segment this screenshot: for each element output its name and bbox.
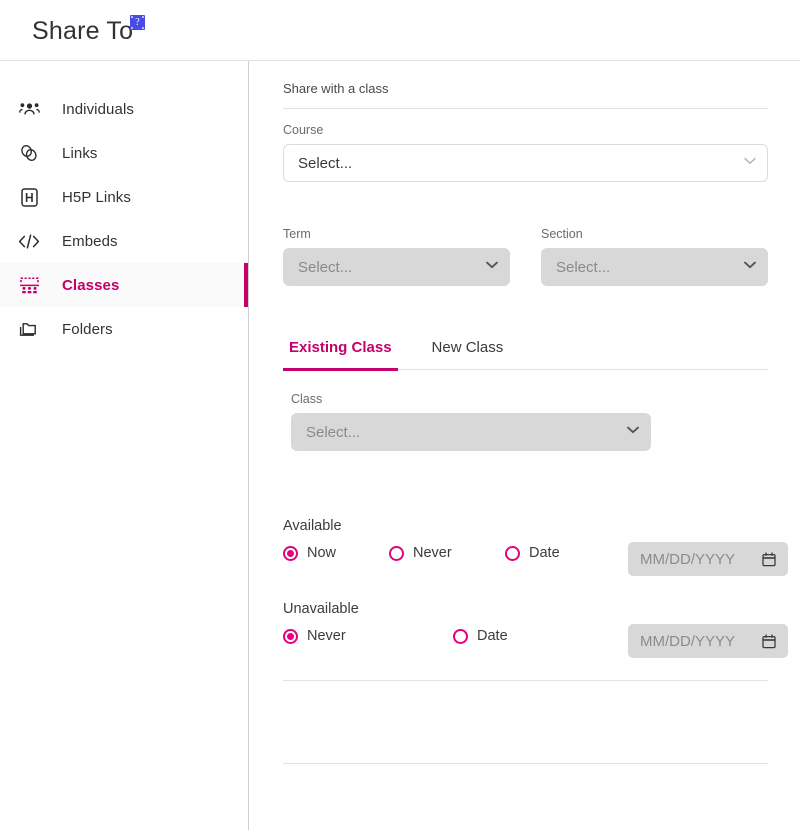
- unavailable-radio-group: Never Date: [283, 628, 508, 644]
- term-select[interactable]: Select...: [283, 248, 510, 286]
- course-select[interactable]: Select...: [283, 144, 768, 182]
- course-field-group: Course Select...: [283, 123, 768, 182]
- unavailable-title: Unavailable: [283, 601, 359, 617]
- sidebar-item-label: Individuals: [62, 100, 134, 118]
- course-select-value: Select...: [298, 154, 353, 172]
- tab-new-class[interactable]: New Class: [426, 339, 510, 369]
- h5p-boxed-h-icon: [14, 186, 44, 208]
- help-question-icon[interactable]: ?: [130, 15, 145, 30]
- radio-dot: [453, 628, 468, 644]
- class-select[interactable]: Select...: [291, 413, 651, 451]
- code-brackets-icon: [14, 230, 44, 252]
- chain-links-icon: [14, 142, 44, 164]
- radio-label: Never: [307, 628, 346, 644]
- chevron-down-icon: [744, 157, 756, 168]
- class-select-value: Select...: [306, 423, 361, 441]
- sidebar-item-label: H5P Links: [62, 188, 131, 206]
- sidebar-item-label: Embeds: [62, 232, 118, 250]
- available-date-input[interactable]: MM/DD/YYYY: [628, 542, 788, 576]
- sidebar-item-label: Classes: [62, 276, 120, 294]
- chevron-down-icon: [744, 261, 756, 272]
- sidebar-item-label: Folders: [62, 320, 113, 338]
- radio-label: Never: [413, 545, 452, 561]
- radio-dot: [505, 545, 520, 561]
- classroom-icon: [14, 274, 44, 296]
- available-radio-never[interactable]: Never: [389, 545, 505, 561]
- section-label: Section: [541, 227, 583, 241]
- available-block: Available Now Never Date: [283, 518, 560, 561]
- people-group-icon: [14, 98, 44, 120]
- dialog-header: Share To ?: [0, 0, 800, 61]
- unavailable-date-placeholder: MM/DD/YYYY: [640, 632, 736, 650]
- page-title: Share To: [32, 17, 134, 45]
- unavailable-radio-date[interactable]: Date: [453, 628, 508, 644]
- sidebar-item-individuals[interactable]: Individuals: [0, 87, 248, 131]
- term-field-group: Term Select...: [283, 227, 510, 286]
- sidebar-item-h5p-links[interactable]: H5P Links: [0, 175, 248, 219]
- available-radio-group: Now Never Date: [283, 545, 560, 561]
- calendar-icon: [762, 633, 776, 649]
- sidebar-item-label: Links: [62, 144, 98, 162]
- divider-below-share: [283, 763, 768, 764]
- term-select-value: Select...: [298, 258, 353, 276]
- class-label: Class: [291, 392, 323, 406]
- radio-label: Date: [529, 545, 560, 561]
- term-label: Term: [283, 227, 311, 241]
- unavailable-radio-never[interactable]: Never: [283, 628, 453, 644]
- class-mode-tabs: Existing Class New Class: [283, 339, 768, 371]
- chevron-down-icon: [627, 426, 639, 437]
- share-to-dialog: Share To ? Individuals Links H5P Links E…: [0, 0, 800, 830]
- sidebar: Individuals Links H5P Links Embeds Class…: [0, 61, 249, 830]
- radio-label: Date: [477, 628, 508, 644]
- radio-dot: [283, 628, 298, 644]
- divider-top: [283, 108, 768, 109]
- available-date-placeholder: MM/DD/YYYY: [640, 550, 736, 568]
- chevron-down-icon: [486, 261, 498, 272]
- divider-above-share: [283, 680, 768, 681]
- course-label: Course: [283, 123, 324, 137]
- available-radio-now[interactable]: Now: [283, 545, 389, 561]
- radio-label: Now: [307, 545, 337, 561]
- section-select[interactable]: Select...: [541, 248, 768, 286]
- sidebar-item-folders[interactable]: Folders: [0, 307, 248, 351]
- sidebar-item-classes[interactable]: Classes: [0, 263, 248, 307]
- sidebar-item-links[interactable]: Links: [0, 131, 248, 175]
- unavailable-date-input[interactable]: MM/DD/YYYY: [628, 624, 788, 658]
- available-title: Available: [283, 518, 342, 534]
- tab-existing-class[interactable]: Existing Class: [283, 339, 398, 371]
- sidebar-item-embeds[interactable]: Embeds: [0, 219, 248, 263]
- class-field-group: Class Select...: [291, 392, 651, 451]
- section-select-value: Select...: [556, 258, 611, 276]
- unavailable-block: Unavailable Never Date: [283, 601, 508, 644]
- section-field-group: Section Select...: [541, 227, 768, 286]
- radio-dot: [389, 545, 404, 561]
- available-radio-date[interactable]: Date: [505, 545, 560, 561]
- panel-section-title: Share with a class: [283, 81, 389, 96]
- share-panel: Share with a class Course Select... Term…: [250, 61, 800, 830]
- folder-icon: [14, 318, 44, 340]
- calendar-icon: [762, 551, 776, 567]
- radio-dot: [283, 545, 298, 561]
